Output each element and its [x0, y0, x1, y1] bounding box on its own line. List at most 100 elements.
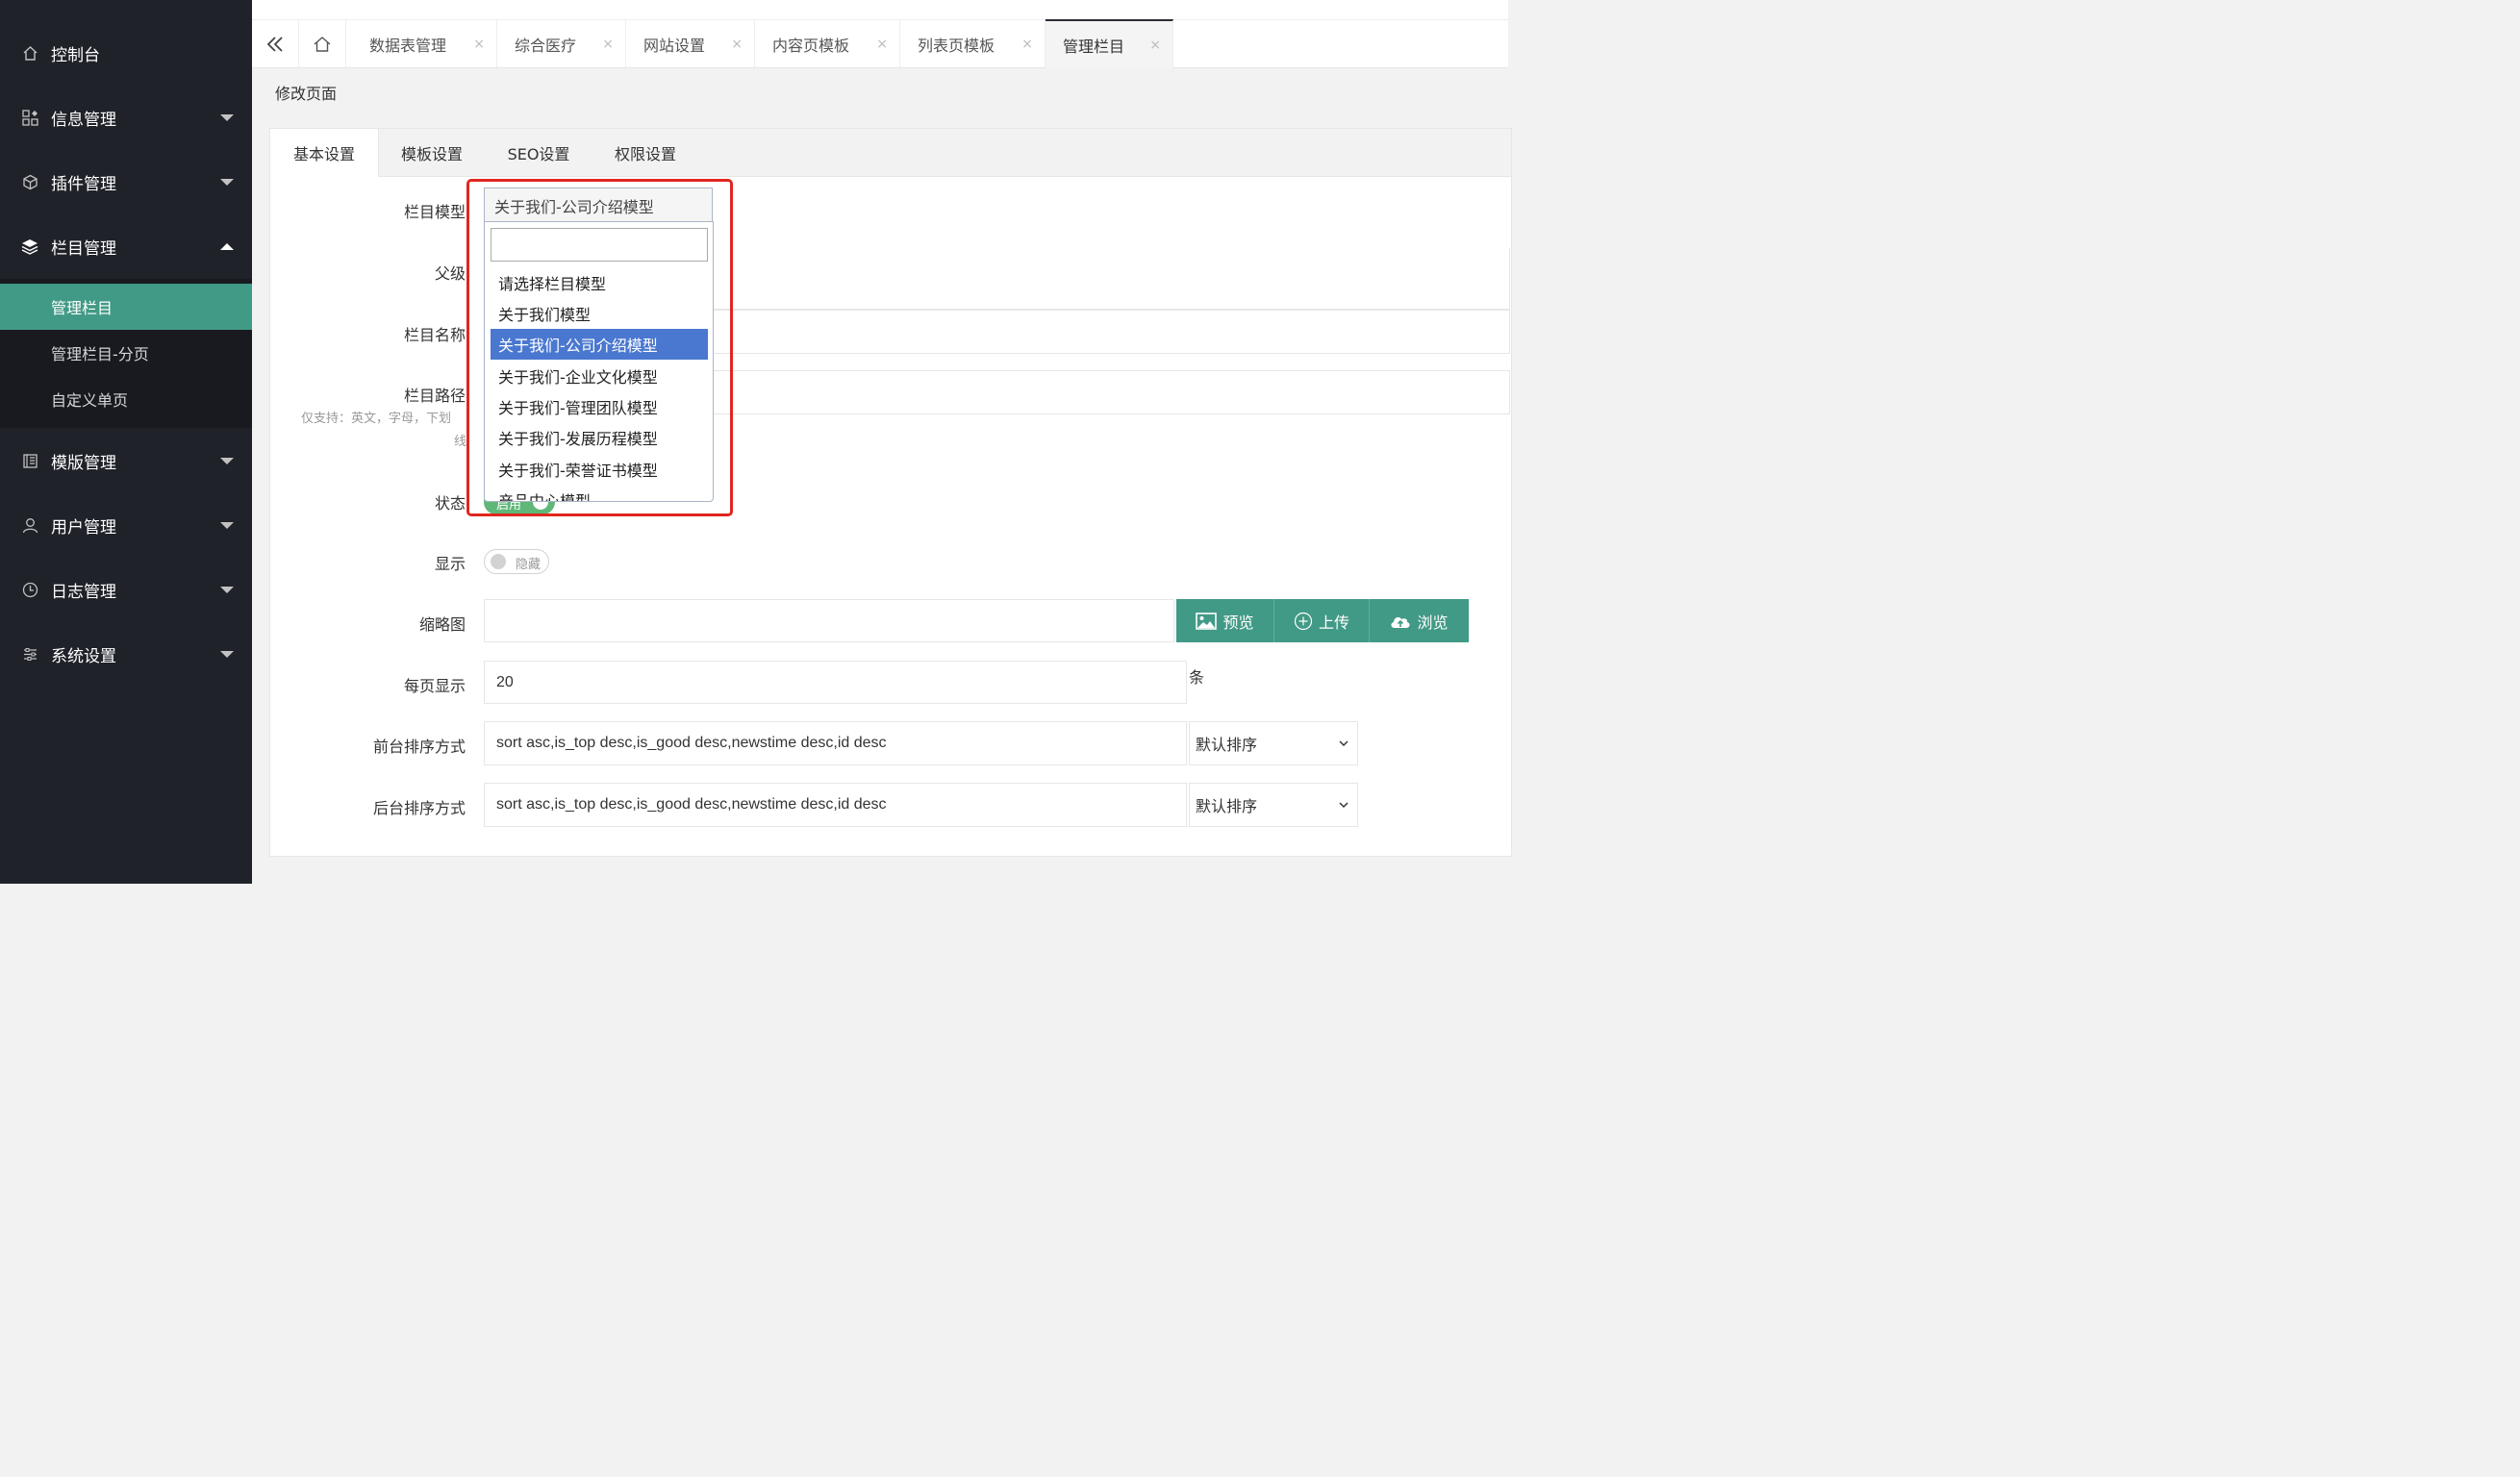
browse-button[interactable]: 浏览 [1370, 599, 1469, 642]
sidebar-subitem-label: 管理栏目 [51, 299, 113, 317]
close-icon[interactable]: × [602, 37, 614, 52]
page-tabs-bar: 数据表管理 × 综合医疗 × 网站设置 × 内容页模板 × 列表页模板 × 管理… [252, 19, 1508, 68]
tab-template-settings[interactable]: 模板设置 [379, 129, 485, 176]
sidebar-subitem-label: 管理栏目-分页 [51, 345, 149, 363]
front-sort-select[interactable]: 默认排序 [1189, 721, 1358, 765]
caret-down-icon [220, 178, 234, 186]
home-icon [21, 44, 38, 62]
sidebar: 控制台 信息管理 插件管理 栏目管理 管理栏目 管理栏目-分页 自定义单页 模版… [0, 0, 252, 884]
tab-list-template[interactable]: 列表页模板 × [900, 20, 1046, 67]
tab-manage-columns[interactable]: 管理栏目 × [1046, 19, 1173, 68]
path-hint: 仅支持：英文，字母，下划 [301, 412, 452, 426]
tab-basic-settings[interactable]: 基本设置 [270, 129, 379, 177]
path-hint-cont: 线 [454, 435, 467, 449]
close-icon[interactable]: × [1149, 38, 1161, 53]
thumbnail-buttons: 预览 上传 浏览 [1176, 599, 1469, 642]
display-switch[interactable]: 隐藏 [484, 549, 549, 574]
close-icon[interactable]: × [1021, 37, 1033, 52]
template-icon [21, 452, 38, 469]
plus-circle-icon [1294, 612, 1313, 630]
switch-knob [491, 554, 506, 569]
top-header [252, 0, 1508, 20]
preview-button-label: 预览 [1222, 613, 1254, 632]
tab-medical[interactable]: 综合医疗 × [497, 20, 626, 67]
model-label: 栏目模型 [403, 203, 466, 221]
display-label: 显示 [434, 555, 466, 573]
close-icon[interactable]: × [876, 37, 888, 52]
sidebar-item-columns[interactable]: 栏目管理 [0, 219, 252, 273]
back-sort-select[interactable]: 默认排序 [1189, 783, 1358, 827]
clock-icon [21, 581, 38, 598]
tab-label: 网站设置 [643, 36, 706, 55]
tab-permission-settings[interactable]: 权限设置 [592, 129, 698, 176]
home-icon [314, 36, 331, 52]
form-tabs: 基本设置 模板设置 SEO设置 权限设置 [270, 129, 1511, 177]
back-sort-select-value: 默认排序 [1196, 797, 1258, 815]
sliders-icon [21, 645, 38, 663]
sidebar-item-settings[interactable]: 系统设置 [0, 627, 252, 681]
sidebar-item-label: 日志管理 [51, 582, 116, 602]
cloud-upload-icon [1391, 616, 1411, 628]
highlight-annotation-box [466, 179, 733, 516]
sidebar-item-label: 控制台 [51, 45, 100, 65]
page-title: 修改页面 [275, 85, 338, 103]
caret-down-icon [220, 457, 234, 464]
tab-seo-settings[interactable]: SEO设置 [486, 129, 592, 176]
sidebar-item-label: 栏目管理 [51, 238, 116, 259]
name-label: 栏目名称 [403, 326, 466, 344]
front-sort-input[interactable]: sort asc,is_top desc,is_good desc,newsti… [484, 721, 1187, 765]
tab-label: 管理栏目 [1063, 37, 1125, 56]
tab-data-table[interactable]: 数据表管理 × [352, 20, 497, 67]
image-icon [1196, 612, 1218, 630]
sidebar-item-info[interactable]: 信息管理 [0, 90, 252, 144]
thumbnail-label: 缩略图 [418, 615, 466, 634]
close-icon[interactable]: × [731, 37, 743, 52]
sidebar-item-users[interactable]: 用户管理 [0, 498, 252, 552]
user-icon [21, 516, 38, 534]
tab-content-template[interactable]: 内容页模板 × [755, 20, 900, 67]
chevron-down-icon [1339, 802, 1348, 809]
sidebar-subitem-custom-page[interactable]: 自定义单页 [0, 376, 252, 422]
sidebar-item-label: 用户管理 [51, 517, 116, 538]
caret-down-icon [220, 113, 234, 121]
column-path-input[interactable] [714, 370, 1510, 414]
caret-down-icon [220, 586, 234, 593]
per-page-unit: 条 [1189, 668, 1205, 687]
sidebar-item-logs[interactable]: 日志管理 [0, 563, 252, 616]
sidebar-item-plugins[interactable]: 插件管理 [0, 155, 252, 209]
sidebar-item-label: 插件管理 [51, 174, 116, 194]
sidebar-subitem-manage-columns-paged[interactable]: 管理栏目-分页 [0, 330, 252, 376]
per-page-input[interactable]: 20 [484, 661, 1187, 704]
column-name-input[interactable] [714, 310, 1510, 354]
sidebar-subitem-label: 自定义单页 [51, 391, 129, 410]
back-sort-label: 后台排序方式 [372, 799, 466, 817]
close-icon[interactable]: × [473, 37, 485, 52]
preview-button[interactable]: 预览 [1176, 599, 1274, 642]
sidebar-subitem-manage-columns[interactable]: 管理栏目 [0, 284, 252, 330]
collapse-tabs-button[interactable] [252, 20, 299, 67]
path-label: 栏目路径 [403, 387, 466, 405]
upload-button-label: 上传 [1318, 613, 1349, 632]
sidebar-submenu: 管理栏目 管理栏目-分页 自定义单页 [0, 279, 252, 428]
home-tab-button[interactable] [299, 20, 346, 67]
sidebar-item-templates[interactable]: 模版管理 [0, 434, 252, 488]
chevron-down-icon [1339, 740, 1348, 747]
tab-site-settings[interactable]: 网站设置 × [626, 20, 755, 67]
sidebar-item-label: 系统设置 [51, 646, 116, 666]
front-sort-label: 前台排序方式 [372, 738, 466, 756]
sidebar-item-dashboard[interactable]: 控制台 [0, 26, 252, 80]
parent-label: 父级 [434, 264, 466, 283]
back-sort-input[interactable]: sort asc,is_top desc,is_good desc,newsti… [484, 783, 1187, 827]
caret-up-icon [220, 242, 234, 250]
sidebar-item-label: 信息管理 [51, 110, 116, 130]
sidebar-item-label: 模版管理 [51, 453, 116, 473]
double-chevron-left-icon [266, 36, 283, 52]
tab-label: 综合医疗 [515, 36, 577, 55]
front-sort-select-value: 默认排序 [1196, 736, 1258, 754]
per-page-label: 每页显示 [403, 677, 466, 695]
caret-down-icon [220, 650, 234, 658]
upload-button[interactable]: 上传 [1274, 599, 1370, 642]
parent-select[interactable] [714, 248, 1510, 310]
thumbnail-input[interactable] [484, 599, 1174, 642]
display-switch-text: 隐藏 [516, 558, 542, 572]
